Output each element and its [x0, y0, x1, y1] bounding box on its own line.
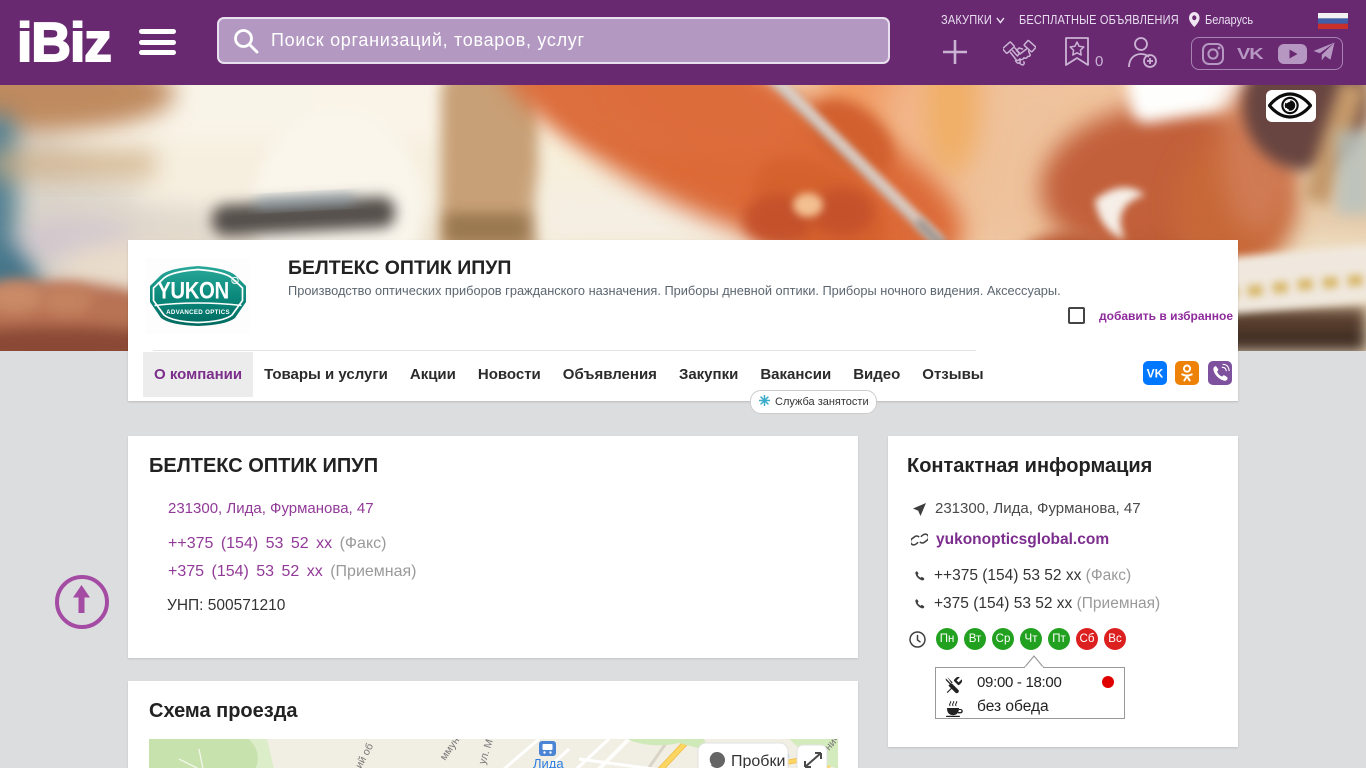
svg-text:VK: VK: [1147, 367, 1164, 381]
svg-text:YUKON: YUKON: [157, 277, 229, 304]
svg-text:Пробки: Пробки: [731, 753, 785, 768]
svg-text:Лида: Лида: [533, 756, 564, 768]
svg-text:ADVANCED OPTICS: ADVANCED OPTICS: [166, 309, 230, 316]
svg-text:VK: VK: [1237, 46, 1264, 62]
